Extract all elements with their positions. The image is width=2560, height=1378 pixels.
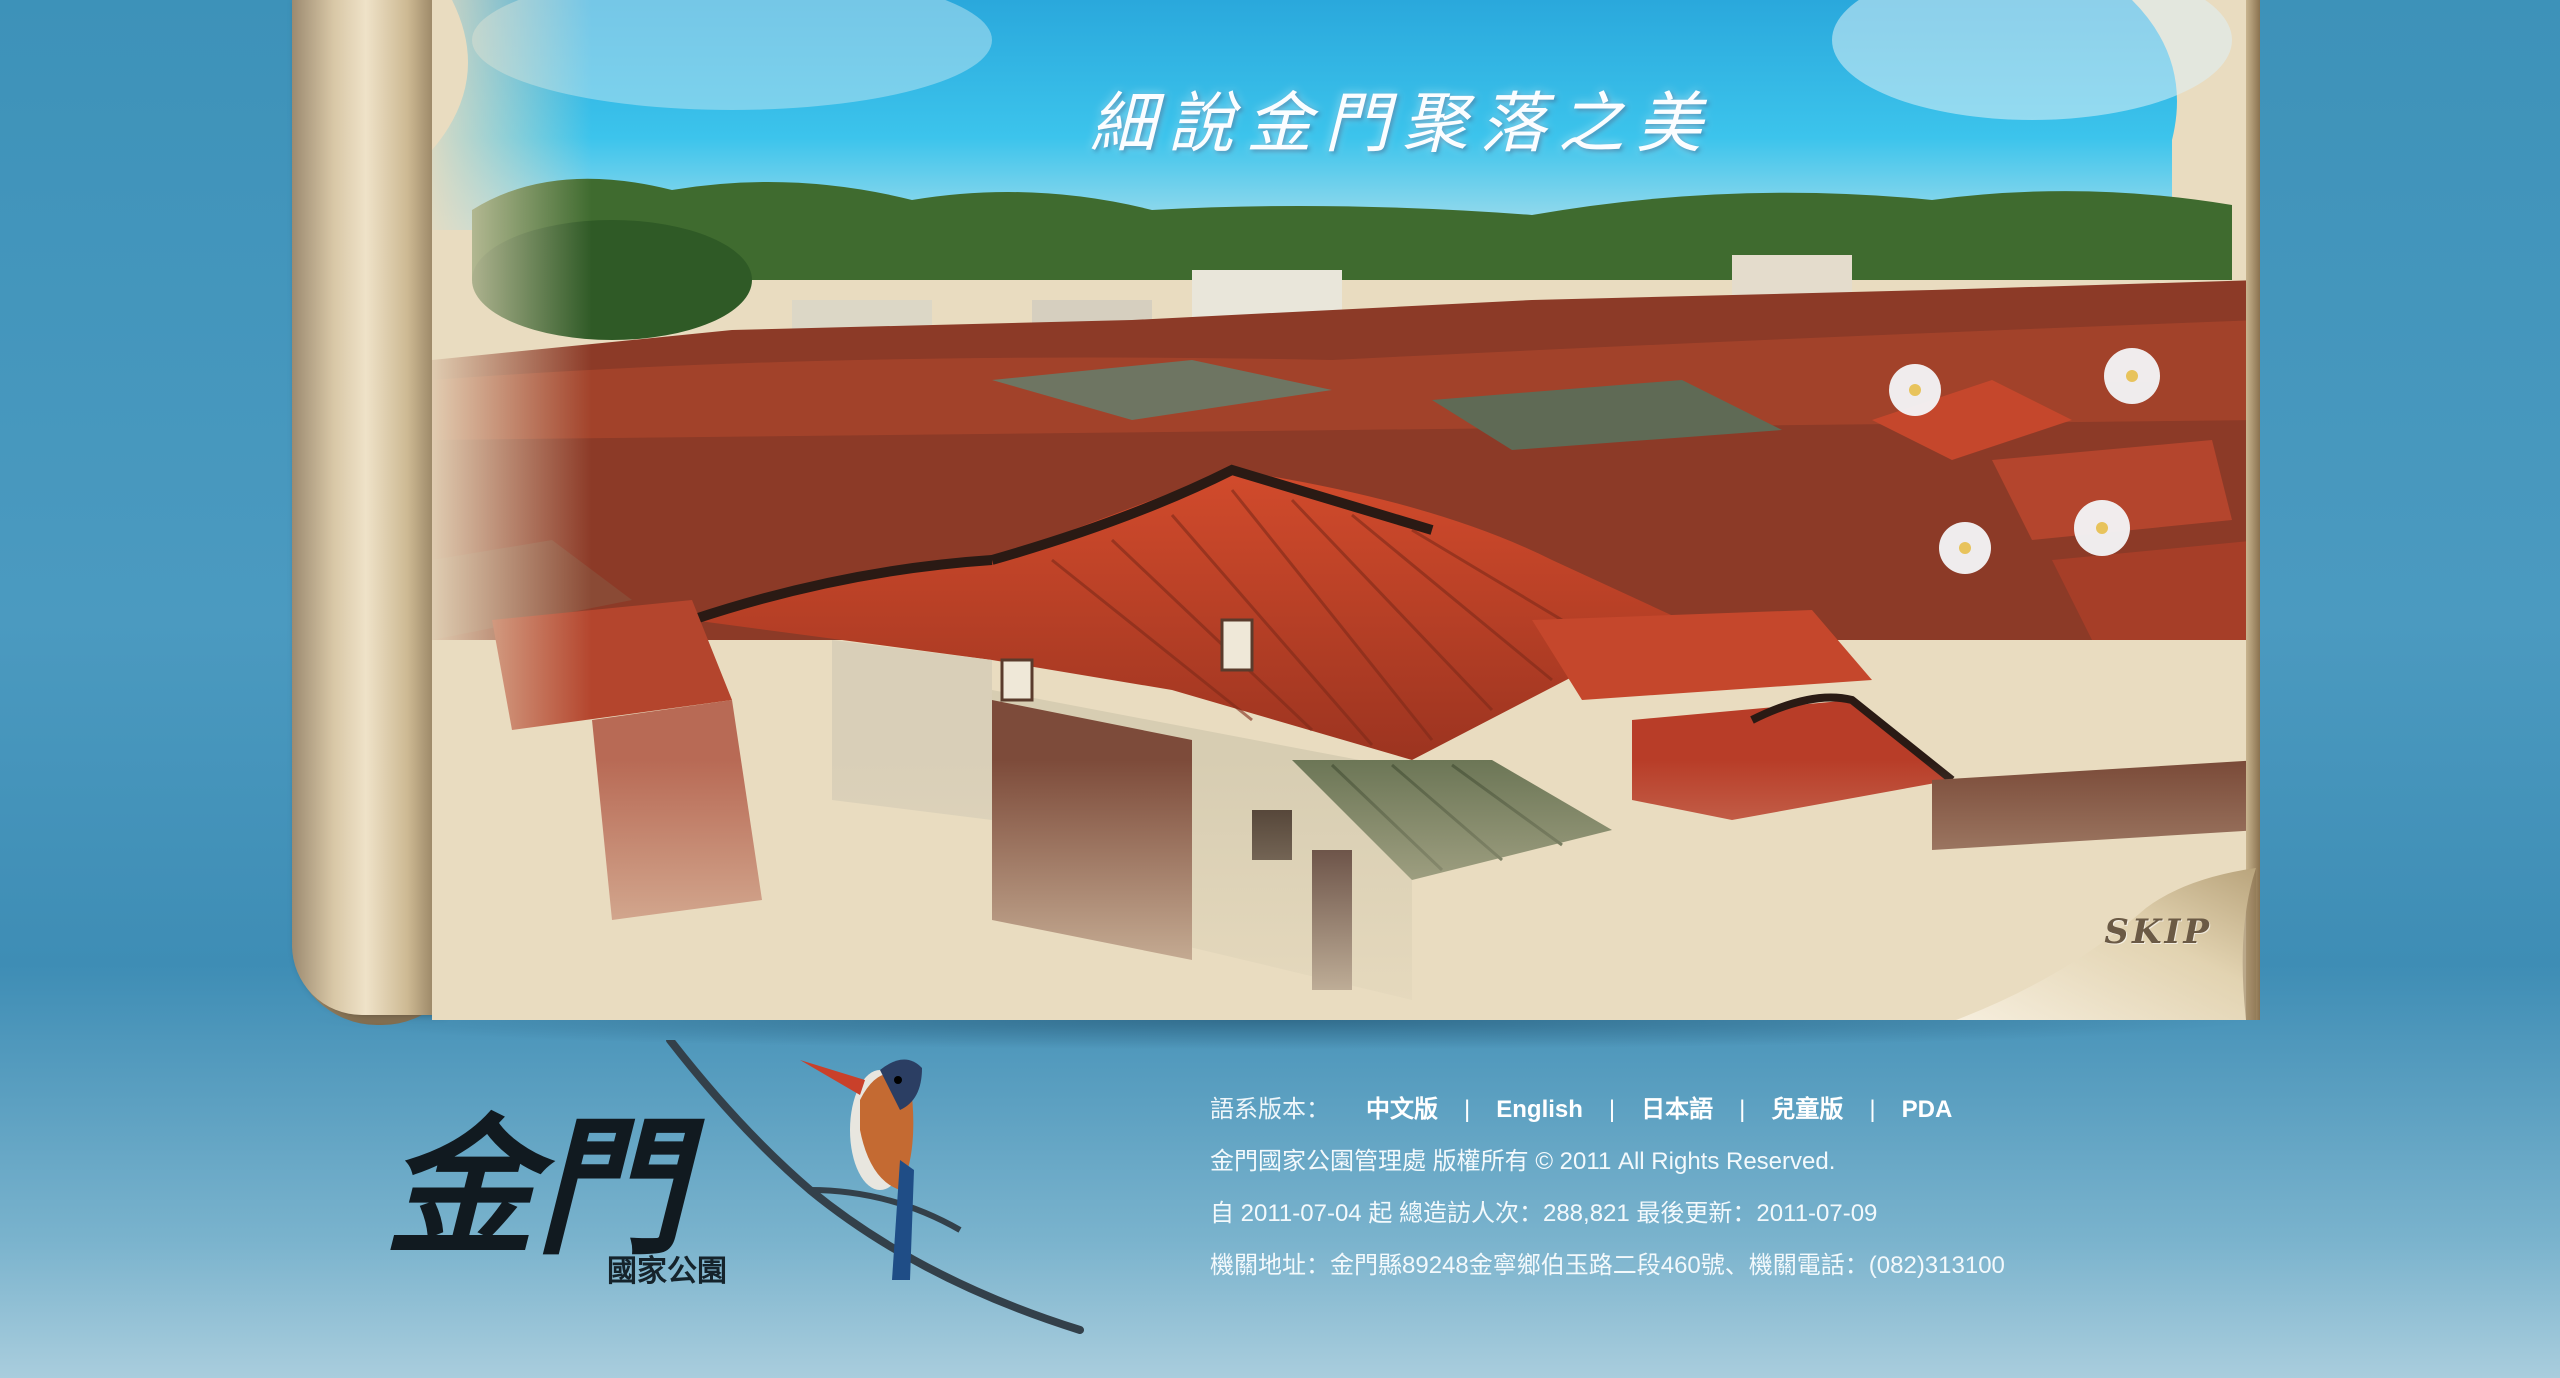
kingfisher-illustration [666,1040,1084,1334]
separator: | [1869,1096,1876,1123]
lang-link-english[interactable]: English [1496,1084,1583,1136]
page-edge [2246,0,2260,1020]
scroll-roll [292,0,440,1015]
language-label: 語系版本： [1210,1096,1330,1123]
banner-title: 細說金門聚落之美 [1090,85,1714,162]
skip-button[interactable]: SKIP [2104,912,2212,952]
lang-link-chinese[interactable]: 中文版 [1366,1084,1438,1136]
separator: | [1739,1096,1746,1123]
visitor-stats: 自 2011-07-04 起 總造訪人次：288,821 最後更新：2011-0… [1210,1200,1878,1227]
lang-link-japanese[interactable]: 日本語 [1641,1084,1713,1136]
contact-address: 機關地址：金門縣89248金寧鄉伯玉路二段460號、機關電話：(082)3131… [1210,1252,2005,1279]
lang-link-kids[interactable]: 兒童版 [1771,1084,1843,1136]
separator: | [1608,1096,1616,1123]
footer: 金門 國家公園 語系版本： 中文版 | English | 日本語 | 兒童版 … [0,1020,2560,1378]
lang-link-pda[interactable]: PDA [1902,1084,1953,1136]
language-switcher: 語系版本： 中文版 | English | 日本語 | 兒童版 | PDA [1210,1084,2005,1136]
intro-book: 細說金門聚落之美 SKIP [292,0,2270,1025]
book-page: 細說金門聚落之美 [432,0,2260,1020]
footer-info: 語系版本： 中文版 | English | 日本語 | 兒童版 | PDA 金門… [1210,1084,2005,1292]
copyright-text: 金門國家公園管理處 版權所有 © 2011 All Rights Reserve… [1210,1148,1836,1175]
separator: | [1464,1096,1471,1123]
